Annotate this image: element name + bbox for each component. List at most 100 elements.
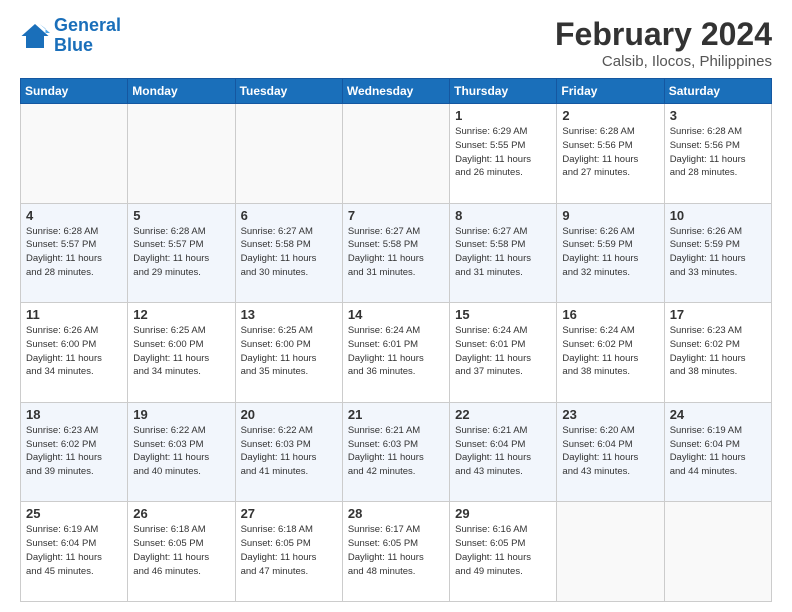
calendar-cell [128, 104, 235, 204]
calendar-header-saturday: Saturday [664, 79, 771, 104]
day-number: 4 [26, 208, 122, 223]
day-info: Sunrise: 6:24 AMSunset: 6:01 PMDaylight:… [348, 324, 444, 379]
calendar-header-wednesday: Wednesday [342, 79, 449, 104]
day-info: Sunrise: 6:18 AMSunset: 6:05 PMDaylight:… [133, 523, 229, 578]
day-number: 7 [348, 208, 444, 223]
day-info: Sunrise: 6:17 AMSunset: 6:05 PMDaylight:… [348, 523, 444, 578]
day-number: 16 [562, 307, 658, 322]
day-number: 8 [455, 208, 551, 223]
day-info: Sunrise: 6:27 AMSunset: 5:58 PMDaylight:… [455, 225, 551, 280]
day-info: Sunrise: 6:26 AMSunset: 5:59 PMDaylight:… [562, 225, 658, 280]
day-info: Sunrise: 6:22 AMSunset: 6:03 PMDaylight:… [133, 424, 229, 479]
calendar-cell: 29 Sunrise: 6:16 AMSunset: 6:05 PMDayligh… [450, 502, 557, 602]
day-number: 10 [670, 208, 766, 223]
logo-line1: General [54, 15, 121, 35]
calendar-cell: 2Sunrise: 6:28 AMSunset: 5:56 PMDaylight… [557, 104, 664, 204]
logo: General Blue [20, 16, 121, 56]
calendar-header-monday: Monday [128, 79, 235, 104]
day-info: Sunrise: 6:24 AMSunset: 6:01 PMDaylight:… [455, 324, 551, 379]
day-info: Sunrise: 6:24 AMSunset: 6:02 PMDaylight:… [562, 324, 658, 379]
calendar-header-row: SundayMondayTuesdayWednesdayThursdayFrid… [21, 79, 772, 104]
calendar-header-friday: Friday [557, 79, 664, 104]
calendar-header-tuesday: Tuesday [235, 79, 342, 104]
day-info: Sunrise: 6:22 AMSunset: 6:03 PMDaylight:… [241, 424, 337, 479]
calendar-cell: 20 Sunrise: 6:22 AMSunset: 6:03 PMDayligh… [235, 402, 342, 502]
calendar-cell: 22Sunrise: 6:21 AMSunset: 6:04 PMDayligh… [450, 402, 557, 502]
title-block: February 2024 Calsib, Ilocos, Philippine… [555, 16, 772, 70]
calendar-cell: 11 Sunrise: 6:26 AMSunset: 6:00 PMDayligh… [21, 303, 128, 403]
main-title: February 2024 [555, 16, 772, 53]
day-info: Sunrise: 6:28 AMSunset: 5:57 PMDaylight:… [133, 225, 229, 280]
day-info: Sunrise: 6:23 AMSunset: 6:02 PMDaylight:… [26, 424, 122, 479]
day-info: Sunrise: 6:29 AMSunset: 5:55 PMDaylight:… [455, 125, 551, 180]
day-number: 24 [670, 407, 766, 422]
day-number: 29 [455, 506, 551, 521]
calendar-cell: 10 Sunrise: 6:26 AMSunset: 5:59 PMDayligh… [664, 203, 771, 303]
day-info: Sunrise: 6:20 AMSunset: 6:04 PMDaylight:… [562, 424, 658, 479]
day-info: Sunrise: 6:23 AMSunset: 6:02 PMDaylight:… [670, 324, 766, 379]
day-number: 19 [133, 407, 229, 422]
day-number: 27 [241, 506, 337, 521]
day-number: 23 [562, 407, 658, 422]
day-number: 26 [133, 506, 229, 521]
day-info: Sunrise: 6:16 AMSunset: 6:05 PMDaylight:… [455, 523, 551, 578]
calendar-week-row: 11 Sunrise: 6:26 AMSunset: 6:00 PMDayligh… [21, 303, 772, 403]
calendar-cell: 7Sunrise: 6:27 AMSunset: 5:58 PMDaylight… [342, 203, 449, 303]
day-info: Sunrise: 6:21 AMSunset: 6:03 PMDaylight:… [348, 424, 444, 479]
day-info: Sunrise: 6:25 AMSunset: 6:00 PMDaylight:… [133, 324, 229, 379]
calendar-cell: 4 Sunrise: 6:28 AMSunset: 5:57 PMDaylight… [21, 203, 128, 303]
calendar-cell: 6Sunrise: 6:27 AMSunset: 5:58 PMDaylight… [235, 203, 342, 303]
day-info: Sunrise: 6:28 AMSunset: 5:56 PMDaylight:… [670, 125, 766, 180]
day-number: 22 [455, 407, 551, 422]
day-number: 17 [670, 307, 766, 322]
day-info: Sunrise: 6:25 AMSunset: 6:00 PMDaylight:… [241, 324, 337, 379]
day-info: Sunrise: 6:27 AMSunset: 5:58 PMDaylight:… [241, 225, 337, 280]
day-number: 12 [133, 307, 229, 322]
calendar-cell: 14Sunrise: 6:24 AMSunset: 6:01 PMDayligh… [342, 303, 449, 403]
day-number: 20 [241, 407, 337, 422]
header: General Blue February 2024 Calsib, Iloco… [20, 16, 772, 70]
day-number: 11 [26, 307, 122, 322]
subtitle: Calsib, Ilocos, Philippines [555, 53, 772, 70]
logo-text: General Blue [54, 16, 121, 56]
day-number: 25 [26, 506, 122, 521]
calendar-cell [342, 104, 449, 204]
calendar-cell: 8 Sunrise: 6:27 AMSunset: 5:58 PMDaylight… [450, 203, 557, 303]
calendar-cell [21, 104, 128, 204]
day-number: 1 [455, 108, 551, 123]
day-info: Sunrise: 6:28 AMSunset: 5:57 PMDaylight:… [26, 225, 122, 280]
calendar-cell: 9 Sunrise: 6:26 AMSunset: 5:59 PMDaylight… [557, 203, 664, 303]
calendar-cell: 28Sunrise: 6:17 AMSunset: 6:05 PMDayligh… [342, 502, 449, 602]
calendar-cell: 5Sunrise: 6:28 AMSunset: 5:57 PMDaylight… [128, 203, 235, 303]
calendar-cell: 3Sunrise: 6:28 AMSunset: 5:56 PMDaylight… [664, 104, 771, 204]
calendar-cell: 12 Sunrise: 6:25 AMSunset: 6:00 PMDayligh… [128, 303, 235, 403]
day-info: Sunrise: 6:18 AMSunset: 6:05 PMDaylight:… [241, 523, 337, 578]
calendar-week-row: 1 Sunrise: 6:29 AMSunset: 5:55 PMDaylight… [21, 104, 772, 204]
day-number: 15 [455, 307, 551, 322]
calendar-cell [235, 104, 342, 204]
day-number: 2 [562, 108, 658, 123]
calendar-cell: 24Sunrise: 6:19 AMSunset: 6:04 PMDayligh… [664, 402, 771, 502]
day-number: 13 [241, 307, 337, 322]
calendar-cell [557, 502, 664, 602]
logo-line2: Blue [54, 35, 93, 55]
day-info: Sunrise: 6:19 AMSunset: 6:04 PMDaylight:… [26, 523, 122, 578]
page: General Blue February 2024 Calsib, Iloco… [0, 0, 792, 612]
day-number: 21 [348, 407, 444, 422]
day-number: 9 [562, 208, 658, 223]
calendar-week-row: 4 Sunrise: 6:28 AMSunset: 5:57 PMDaylight… [21, 203, 772, 303]
calendar-header-thursday: Thursday [450, 79, 557, 104]
calendar-header-sunday: Sunday [21, 79, 128, 104]
logo-icon [20, 22, 50, 50]
day-number: 18 [26, 407, 122, 422]
calendar-cell: 16 Sunrise: 6:24 AMSunset: 6:02 PMDayligh… [557, 303, 664, 403]
calendar-cell: 17 Sunrise: 6:23 AMSunset: 6:02 PMDayligh… [664, 303, 771, 403]
calendar-cell: 18 Sunrise: 6:23 AMSunset: 6:02 PMDayligh… [21, 402, 128, 502]
calendar-cell: 15 Sunrise: 6:24 AMSunset: 6:01 PMDayligh… [450, 303, 557, 403]
calendar-cell: 13 Sunrise: 6:25 AMSunset: 6:00 PMDayligh… [235, 303, 342, 403]
calendar-cell: 1 Sunrise: 6:29 AMSunset: 5:55 PMDaylight… [450, 104, 557, 204]
calendar-cell [664, 502, 771, 602]
day-info: Sunrise: 6:26 AMSunset: 6:00 PMDaylight:… [26, 324, 122, 379]
day-info: Sunrise: 6:26 AMSunset: 5:59 PMDaylight:… [670, 225, 766, 280]
calendar: SundayMondayTuesdayWednesdayThursdayFrid… [20, 78, 772, 602]
